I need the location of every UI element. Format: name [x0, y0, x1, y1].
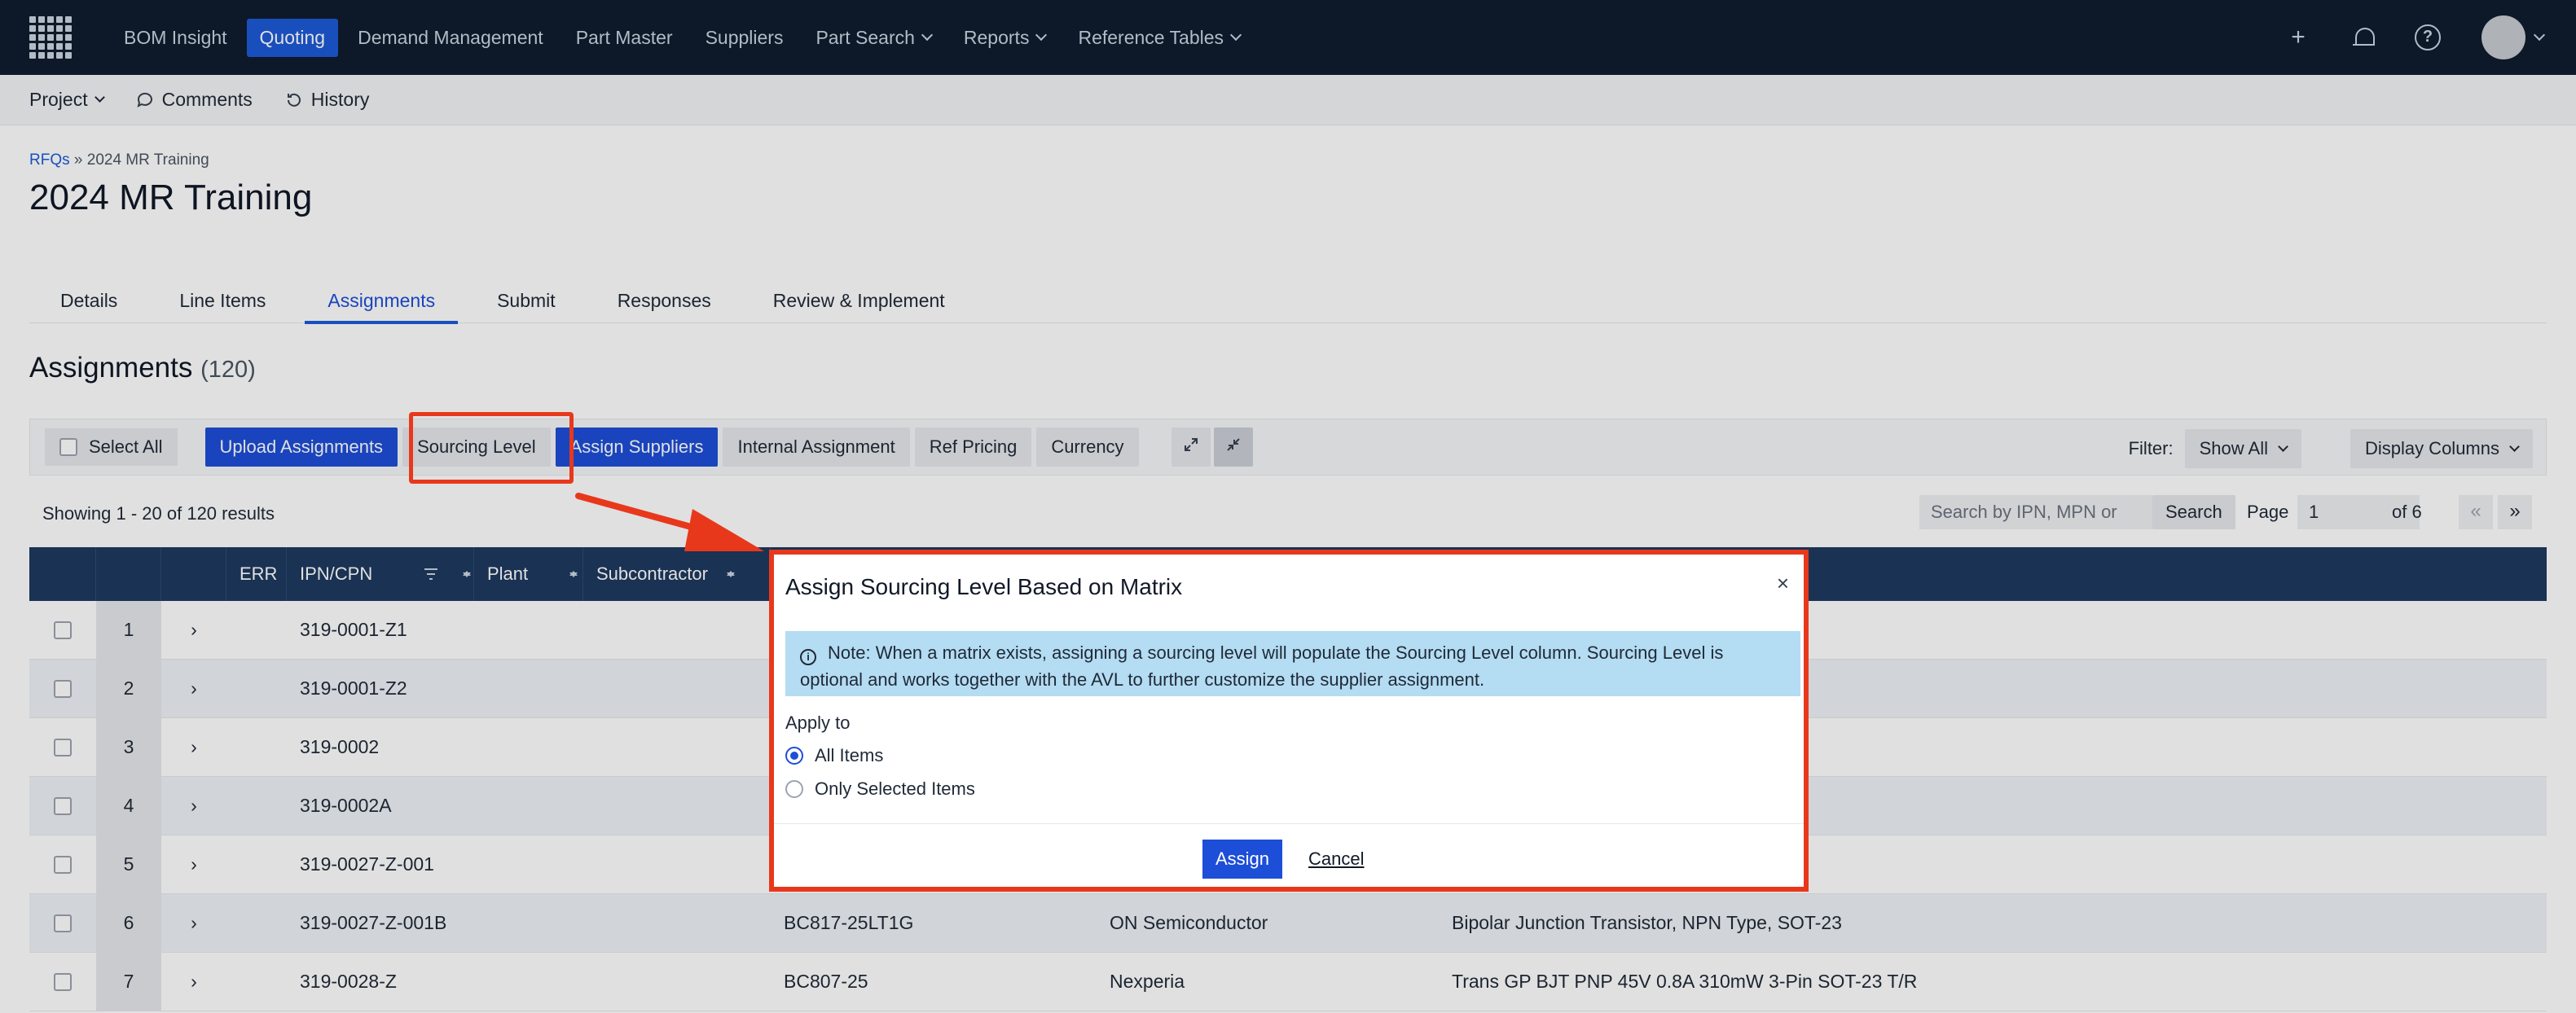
assign-button[interactable]: Assign	[1202, 840, 1283, 879]
apply-to-label: Apply to	[785, 713, 851, 733]
info-note: i Note: When a matrix exists, assigning a…	[785, 631, 1800, 696]
radio-all-items[interactable]	[785, 747, 803, 765]
option-all-items[interactable]: All Items	[785, 745, 883, 766]
modal-title: Assign Sourcing Level Based on Matrix	[785, 574, 1183, 599]
cancel-link[interactable]: Cancel	[1308, 849, 1364, 870]
option-only-selected-items[interactable]: Only Selected Items	[785, 778, 975, 800]
assign-sourcing-level-modal: Assign Sourcing Level Based on Matrix × …	[769, 550, 1809, 892]
info-icon: i	[800, 649, 816, 665]
modal-divider	[774, 823, 1804, 824]
close-icon[interactable]: ×	[1777, 571, 1789, 596]
annotation-arrow-icon	[575, 493, 764, 551]
sourcing-level-highlight	[409, 412, 574, 484]
radio-only-selected-items[interactable]	[785, 780, 803, 798]
